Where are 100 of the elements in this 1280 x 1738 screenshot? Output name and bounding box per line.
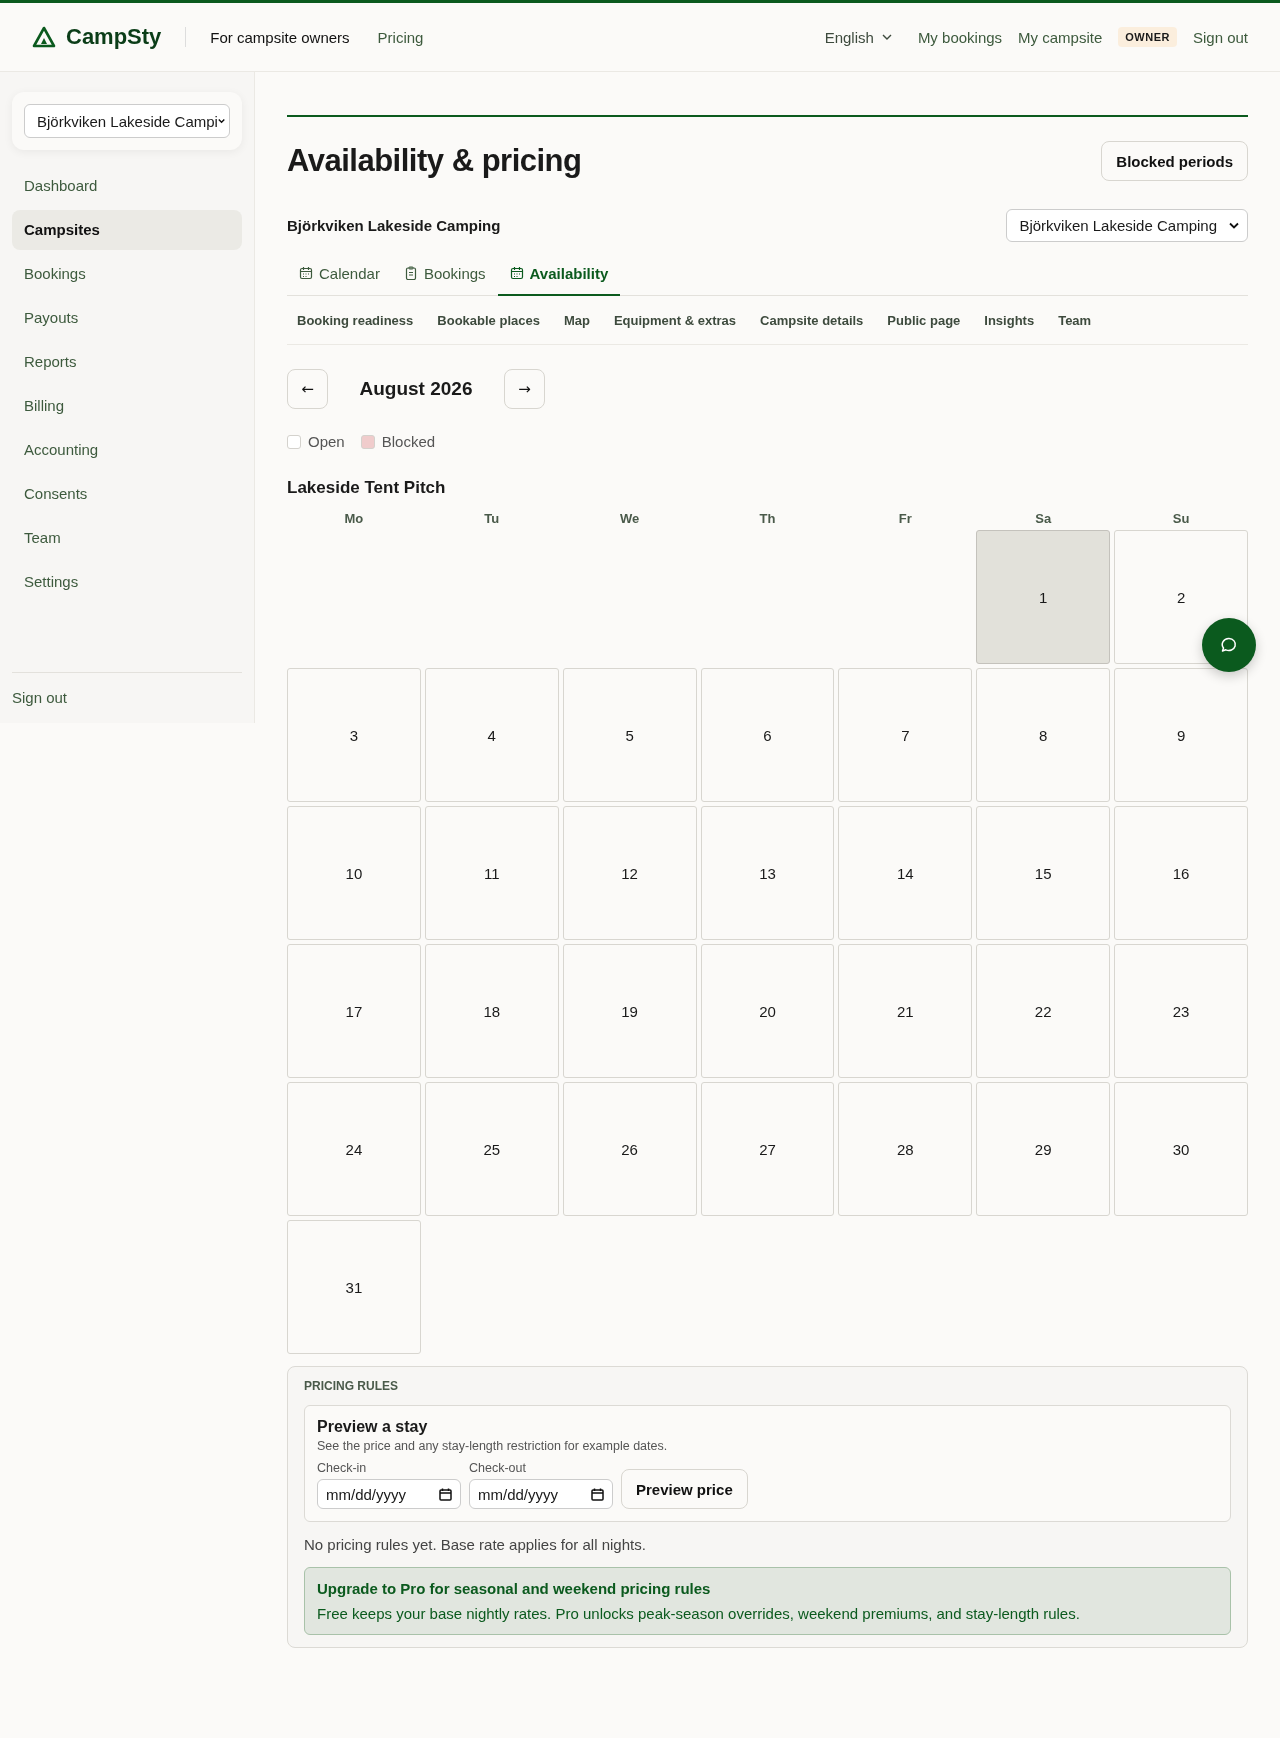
weekday-label: Mo: [343, 511, 365, 526]
campsite-select[interactable]: Björkviken Lakeside Campi: [24, 104, 230, 138]
day-cell[interactable]: 3: [287, 668, 421, 802]
caret-icon: [217, 118, 225, 124]
chat-bubble-icon: [1220, 636, 1238, 654]
day-cell[interactable]: 7: [838, 668, 973, 802]
check-in-field[interactable]: mm/dd/yyyy: [317, 1479, 461, 1509]
day-cell[interactable]: 11: [424, 806, 559, 940]
day-cell[interactable]: 4: [424, 668, 559, 802]
day-cell[interactable]: 6: [700, 668, 835, 802]
weekday-label: Th: [758, 511, 777, 526]
day-cell[interactable]: 16: [1114, 806, 1248, 940]
day-cell[interactable]: 2: [1114, 530, 1248, 664]
sub-nav-link[interactable]: Bookable places: [437, 312, 540, 328]
day-cell[interactable]: 28: [838, 1082, 973, 1216]
legend-label: Blocked: [381, 433, 436, 450]
header-link[interactable]: My bookings: [917, 28, 1003, 46]
next-month-button[interactable]: →: [504, 369, 545, 409]
day-cell[interactable]: 17: [287, 944, 421, 1078]
day-cell[interactable]: 21: [838, 944, 973, 1078]
page-title: Availability & pricing: [287, 143, 582, 179]
calendar-icon: [299, 266, 313, 280]
day-cell[interactable]: 30: [1114, 1082, 1248, 1216]
preview-title: Preview a stay: [317, 1418, 429, 1436]
sidebar-item[interactable]: Billing: [12, 386, 242, 426]
day-cell[interactable]: 15: [976, 806, 1111, 940]
tab[interactable]: Calendar: [287, 252, 392, 296]
tab[interactable]: Availability: [497, 252, 621, 296]
sub-nav-link[interactable]: Map: [563, 312, 590, 328]
owner-badge: OWNER: [1118, 27, 1177, 47]
sub-nav-link[interactable]: Booking readiness: [297, 312, 414, 328]
day-cell[interactable]: 12: [562, 806, 697, 940]
sub-nav-link[interactable]: Equipment & extras: [613, 312, 736, 328]
clipboard-icon: [403, 266, 418, 280]
section-heading: PRICING RULES: [304, 1379, 399, 1393]
preview-description: See the price and any stay-length restriction for example dates.: [317, 1439, 669, 1453]
day-cell[interactable]: 8: [976, 668, 1111, 802]
day-cell[interactable]: 18: [424, 944, 559, 1078]
sidebar-item[interactable]: Accounting: [12, 430, 242, 470]
day-cell[interactable]: 24: [287, 1082, 421, 1216]
weekday-label: We: [619, 511, 641, 526]
calendar-icon: [439, 1487, 452, 1501]
month-label: August 2026: [358, 378, 474, 400]
sidebar-item[interactable]: Bookings: [12, 254, 242, 294]
calendar-icon: [591, 1487, 604, 1501]
chevron-down-icon: [881, 34, 892, 40]
weekday-label: Su: [1171, 511, 1191, 526]
header-link[interactable]: My campsite: [1018, 28, 1103, 46]
sign-out-link[interactable]: Sign out: [1192, 28, 1248, 46]
pitch-name: Lakeside Tent Pitch: [287, 478, 447, 498]
upgrade-title: Upgrade to Pro for seasonal and weekend pricing rules: [317, 1580, 712, 1597]
day-cell[interactable]: 20: [700, 944, 835, 1078]
day-cell[interactable]: 1: [976, 530, 1111, 664]
chevron-down-icon: [1229, 222, 1239, 229]
calendar-icon: [509, 266, 524, 280]
day-cell[interactable]: 5: [562, 668, 697, 802]
weekday-label: Fr: [897, 511, 913, 526]
preview-price-button[interactable]: Preview price: [621, 1469, 748, 1509]
previous-month-button[interactable]: ←: [287, 369, 328, 409]
field-label: Check-in: [317, 1461, 368, 1475]
sub-nav-link[interactable]: Public page: [887, 312, 961, 328]
day-cell[interactable]: 23: [1114, 944, 1248, 1078]
sidebar-item[interactable]: Reports: [12, 342, 242, 382]
day-cell[interactable]: 26: [562, 1082, 697, 1216]
day-cell[interactable]: 27: [700, 1082, 835, 1216]
campsite-name: Björkviken Lakeside Camping: [287, 217, 501, 234]
sub-nav-link[interactable]: Insights: [984, 312, 1035, 328]
sidebar-item[interactable]: Settings: [12, 562, 242, 602]
weekday-label: Sa: [1034, 511, 1053, 526]
sidebar-sign-out-link[interactable]: Sign out: [12, 689, 242, 706]
sub-nav-link[interactable]: Campsite details: [760, 312, 864, 328]
sidebar-item[interactable]: Campsites: [12, 210, 242, 250]
weekday-label: Tu: [483, 511, 501, 526]
day-cell[interactable]: 14: [838, 806, 973, 940]
sidebar-item[interactable]: Consents: [12, 474, 242, 514]
blocked-periods-button[interactable]: Blocked periods: [1101, 141, 1248, 181]
day-cell[interactable]: 25: [424, 1082, 559, 1216]
day-cell[interactable]: 29: [976, 1082, 1111, 1216]
sub-nav-link[interactable]: Team: [1058, 312, 1092, 328]
day-cell[interactable]: 9: [1114, 668, 1248, 802]
sidebar-item[interactable]: Dashboard: [12, 166, 242, 206]
day-cell[interactable]: 31: [287, 1220, 421, 1354]
empty-state-text: No pricing rules yet. Base rate applies for all nights.: [304, 1536, 647, 1553]
day-cell[interactable]: 22: [976, 944, 1111, 1078]
brand-name[interactable]: CampSty: [66, 24, 162, 50]
field-label: Check-out: [469, 1461, 527, 1475]
tab[interactable]: Bookings: [391, 252, 498, 296]
legend-label: Open: [308, 433, 345, 450]
header-nav-link[interactable]: For campsite owners: [210, 28, 350, 46]
upgrade-description: Free keeps your base nightly rates. Pro unlocks peak-season overrides, weekend premiums, and stay-length rules.: [317, 1605, 1081, 1622]
sidebar-item[interactable]: Team: [12, 518, 242, 558]
sidebar-item[interactable]: Payouts: [12, 298, 242, 338]
check-out-field[interactable]: mm/dd/yyyy: [469, 1479, 613, 1509]
language-selector[interactable]: English: [824, 28, 892, 46]
campsite-select[interactable]: Björkviken Lakeside Camping: [1006, 209, 1248, 242]
day-cell[interactable]: 10: [287, 806, 421, 940]
header-nav-link[interactable]: Pricing: [377, 28, 424, 46]
day-cell[interactable]: 19: [562, 944, 697, 1078]
day-cell[interactable]: 13: [700, 806, 835, 940]
tent-logo-icon: [32, 26, 56, 48]
